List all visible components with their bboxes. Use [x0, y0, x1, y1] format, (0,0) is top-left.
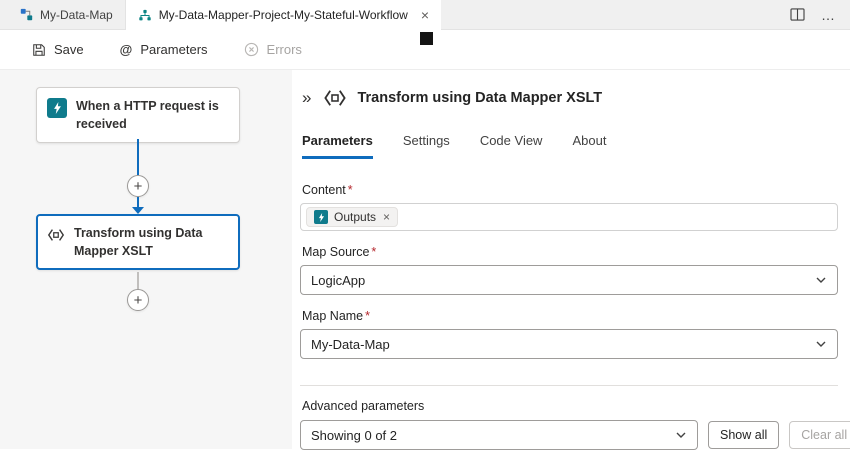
- save-label: Save: [54, 42, 84, 57]
- tab-parameters[interactable]: Parameters: [302, 133, 373, 159]
- panel-tabs: Parameters Settings Code View About: [300, 133, 838, 159]
- save-button[interactable]: Save: [32, 42, 84, 57]
- map-name-value: My-Data-Map: [311, 337, 390, 352]
- content-label-text: Content: [302, 183, 346, 197]
- chevron-down-icon: [815, 338, 827, 350]
- panel-title: Transform using Data Mapper XSLT: [357, 90, 602, 106]
- remove-token-icon[interactable]: ×: [383, 211, 390, 223]
- panel-header: » Transform using Data Mapper XSLT: [300, 70, 838, 110]
- required-marker: *: [365, 309, 370, 323]
- content-label: Content*: [300, 183, 838, 197]
- tab-my-data-map[interactable]: My-Data-Map: [8, 0, 126, 29]
- dark-square: [420, 32, 433, 45]
- map-source-dropdown[interactable]: LogicApp: [300, 265, 838, 295]
- workflow-canvas[interactable]: When a HTTP request is received + Transf…: [0, 70, 292, 449]
- workflow-icon: [138, 9, 152, 22]
- more-actions-icon[interactable]: …: [821, 7, 836, 23]
- trigger-card[interactable]: When a HTTP request is received: [36, 87, 240, 143]
- map-source-label-text: Map Source: [302, 245, 369, 259]
- tab-settings[interactable]: Settings: [403, 133, 450, 159]
- trigger-title: When a HTTP request is received: [76, 97, 229, 133]
- action-title: Transform using Data Mapper XSLT: [74, 224, 229, 260]
- outputs-token[interactable]: Outputs ×: [306, 207, 398, 227]
- xslt-transform-icon: [47, 226, 65, 244]
- tabbar-actions: …: [790, 0, 850, 29]
- chevron-down-icon: [675, 429, 687, 441]
- advanced-parameters-value: Showing 0 of 2: [311, 428, 397, 443]
- action-details-panel: » Transform using Data Mapper XSLT Param…: [292, 70, 850, 449]
- tab-about[interactable]: About: [572, 133, 606, 159]
- action-card-selected[interactable]: Transform using Data Mapper XSLT: [36, 214, 240, 270]
- show-all-button[interactable]: Show all: [708, 421, 779, 449]
- parameters-label: Parameters: [140, 42, 207, 57]
- tab-label: My-Data-Mapper-Project-My-Stateful-Workf…: [159, 8, 408, 22]
- connector-arrowhead: [132, 207, 144, 214]
- connector-line-below: [137, 272, 139, 289]
- clear-all-button[interactable]: Clear all: [789, 421, 850, 449]
- required-marker: *: [371, 245, 376, 259]
- add-action-button-1[interactable]: +: [127, 175, 149, 197]
- collapse-panel-icon[interactable]: »: [300, 88, 313, 108]
- token-label: Outputs: [334, 210, 376, 224]
- data-map-icon: [20, 8, 33, 21]
- map-name-label-text: Map Name: [302, 309, 363, 323]
- errors-label: Errors: [267, 42, 302, 57]
- required-marker: *: [348, 183, 353, 197]
- tab-bar: My-Data-Map My-Data-Mapper-Project-My-St…: [0, 0, 850, 30]
- designer-body: When a HTTP request is received + Transf…: [0, 70, 850, 449]
- advanced-parameters-row: Showing 0 of 2 Show all Clear all: [300, 420, 838, 450]
- connector-line-top: [137, 139, 139, 175]
- tab-code-view[interactable]: Code View: [480, 133, 543, 159]
- add-action-button-2[interactable]: +: [127, 289, 149, 311]
- logic-apps-designer-window: My-Data-Map My-Data-Mapper-Project-My-St…: [0, 0, 850, 450]
- tab-workflow[interactable]: My-Data-Mapper-Project-My-Stateful-Workf…: [126, 0, 441, 30]
- xslt-transform-icon: [323, 86, 347, 110]
- map-source-value: LogicApp: [311, 273, 365, 288]
- close-tab-icon[interactable]: ×: [421, 8, 429, 22]
- connector-line-bottom: [137, 197, 139, 207]
- tabbar-spacer: [441, 0, 790, 29]
- errors-icon: [244, 42, 259, 57]
- parameters-button[interactable]: @ Parameters: [120, 42, 208, 57]
- advanced-parameters-label: Advanced parameters: [300, 399, 838, 413]
- content-input[interactable]: Outputs ×: [300, 203, 838, 231]
- section-divider: [300, 385, 838, 386]
- save-icon: [32, 43, 46, 57]
- map-name-dropdown[interactable]: My-Data-Map: [300, 329, 838, 359]
- http-request-icon: [47, 98, 67, 118]
- split-editor-icon[interactable]: [790, 8, 805, 21]
- advanced-parameters-dropdown[interactable]: Showing 0 of 2: [300, 420, 698, 450]
- errors-button[interactable]: Errors: [244, 42, 302, 57]
- map-name-label: Map Name*: [300, 309, 838, 323]
- designer-toolbar: Save @ Parameters Errors: [0, 30, 850, 70]
- map-source-label: Map Source*: [300, 245, 838, 259]
- chevron-down-icon: [815, 274, 827, 286]
- token-bolt-icon: [314, 210, 328, 224]
- tab-label: My-Data-Map: [40, 8, 113, 22]
- parameters-icon: @: [120, 42, 133, 57]
